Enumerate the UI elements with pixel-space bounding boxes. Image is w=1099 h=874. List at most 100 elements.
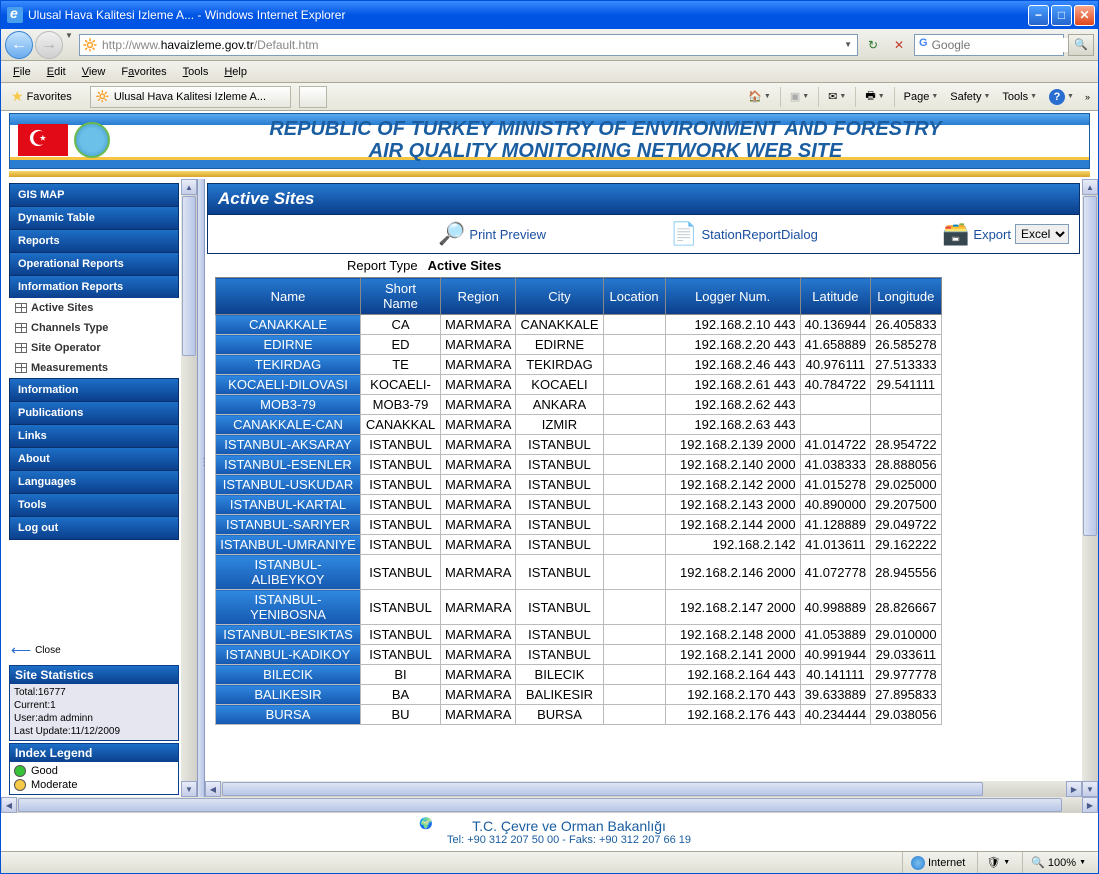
address-dropdown[interactable]: ▼ bbox=[841, 40, 855, 49]
back-button[interactable]: ← bbox=[5, 31, 33, 59]
site-name-cell[interactable]: ISTANBUL-USKUDAR bbox=[216, 475, 361, 495]
sidebar-item[interactable]: Publications bbox=[9, 401, 179, 424]
menu-tools[interactable]: Tools bbox=[175, 64, 217, 80]
column-header[interactable]: Short Name bbox=[361, 278, 441, 315]
table-row[interactable]: EDIRNEEDMARMARAEDIRNE192.168.2.20 44341.… bbox=[216, 335, 942, 355]
hscroll-left[interactable]: ◀ bbox=[205, 781, 221, 797]
site-name-cell[interactable]: BURSA bbox=[216, 705, 361, 725]
table-row[interactable]: BALIKESIRBAMARMARABALIKESIR192.168.2.170… bbox=[216, 685, 942, 705]
sidebar-item[interactable]: Information Reports bbox=[9, 275, 179, 298]
table-row[interactable]: BURSABUMARMARABURSA192.168.2.176 44340.2… bbox=[216, 705, 942, 725]
tools-menu[interactable]: Tools▼ bbox=[997, 89, 1042, 105]
table-row[interactable]: ISTANBUL-UMRANIYEISTANBULMARMARAISTANBUL… bbox=[216, 535, 942, 555]
column-header[interactable]: Location bbox=[603, 278, 665, 315]
export-format-select[interactable]: Excel bbox=[1015, 224, 1069, 244]
table-row[interactable]: ISTANBUL-ESENLERISTANBULMARMARAISTANBUL1… bbox=[216, 455, 942, 475]
table-row[interactable]: ISTANBUL-USKUDARISTANBULMARMARAISTANBUL1… bbox=[216, 475, 942, 495]
sidebar-subitem[interactable]: Site Operator bbox=[9, 338, 179, 358]
browser-tab[interactable]: 🔆Ulusal Hava Kalitesi Izleme A... bbox=[90, 86, 291, 108]
main-hscrollbar[interactable]: ◀ ▶ bbox=[205, 781, 1082, 797]
table-row[interactable]: TEKIRDAGTEMARMARATEKIRDAG192.168.2.46 44… bbox=[216, 355, 942, 375]
sidebar-item[interactable]: Reports bbox=[9, 229, 179, 252]
search-box[interactable]: G bbox=[914, 34, 1064, 56]
hscroll-right[interactable]: ▶ bbox=[1082, 797, 1098, 813]
sidebar-item[interactable]: Information bbox=[9, 378, 179, 401]
new-tab-button[interactable] bbox=[299, 86, 327, 108]
scroll-down-button[interactable]: ▼ bbox=[181, 781, 197, 797]
sidebar-item[interactable]: GIS MAP bbox=[9, 183, 179, 206]
scroll-thumb[interactable] bbox=[1083, 196, 1097, 536]
column-header[interactable]: City bbox=[516, 278, 603, 315]
table-row[interactable]: ISTANBUL-AKSARAYISTANBULMARMARAISTANBUL1… bbox=[216, 435, 942, 455]
export-link[interactable]: Export bbox=[973, 227, 1011, 242]
table-row[interactable]: MOB3-79MOB3-79MARMARAANKARA192.168.2.62 … bbox=[216, 395, 942, 415]
site-name-cell[interactable]: ISTANBUL-UMRANIYE bbox=[216, 535, 361, 555]
forward-button[interactable]: → bbox=[35, 31, 63, 59]
menu-view[interactable]: View bbox=[74, 64, 114, 80]
address-bar[interactable]: 🔆 http://www.havaizleme.gov.tr/Default.h… bbox=[79, 34, 858, 56]
column-header[interactable]: Region bbox=[441, 278, 516, 315]
site-name-cell[interactable]: KOCAELI-DILOVASI bbox=[216, 375, 361, 395]
sidebar-item[interactable]: Operational Reports bbox=[9, 252, 179, 275]
zoom-control[interactable]: 🔍100% ▼ bbox=[1022, 852, 1094, 873]
site-name-cell[interactable]: ISTANBUL-SARIYER bbox=[216, 515, 361, 535]
site-name-cell[interactable]: ISTANBUL-ESENLER bbox=[216, 455, 361, 475]
menu-favorites[interactable]: Favorites bbox=[113, 64, 174, 80]
scroll-down-button[interactable]: ▼ bbox=[1082, 781, 1098, 797]
scroll-thumb[interactable] bbox=[182, 196, 196, 356]
safety-menu[interactable]: Safety▼ bbox=[945, 89, 995, 105]
print-preview-link[interactable]: Print Preview bbox=[469, 227, 546, 242]
sidebar-item[interactable]: Languages bbox=[9, 470, 179, 493]
hscroll-right[interactable]: ▶ bbox=[1066, 781, 1082, 797]
column-header[interactable]: Logger Num. bbox=[665, 278, 800, 315]
help-button[interactable]: ?▼ bbox=[1044, 87, 1079, 107]
table-row[interactable]: ISTANBUL-ALIBEYKOYISTANBULMARMARAISTANBU… bbox=[216, 555, 942, 590]
site-name-cell[interactable]: ISTANBUL-YENIBOSNA bbox=[216, 590, 361, 625]
search-input[interactable] bbox=[932, 38, 1087, 52]
table-row[interactable]: CANAKKALECAMARMARACANAKKALE192.168.2.10 … bbox=[216, 315, 942, 335]
sidebar-item[interactable]: Log out bbox=[9, 516, 179, 540]
table-row[interactable]: CANAKKALE-CANCANAKKALMARMARAIZMIR192.168… bbox=[216, 415, 942, 435]
minimize-button[interactable]: − bbox=[1028, 5, 1049, 26]
home-button[interactable]: 🏠▼ bbox=[743, 88, 776, 105]
site-name-cell[interactable]: BALIKESIR bbox=[216, 685, 361, 705]
search-button[interactable]: 🔍 bbox=[1068, 34, 1094, 56]
sidebar-subitem[interactable]: Active Sites bbox=[9, 298, 179, 318]
close-button[interactable]: ✕ bbox=[1074, 5, 1095, 26]
print-button[interactable]: 🖶▼ bbox=[860, 85, 889, 108]
stop-button[interactable]: ✕ bbox=[888, 34, 910, 56]
menu-edit[interactable]: Edit bbox=[39, 64, 74, 80]
site-name-cell[interactable]: ISTANBUL-BESIKTAS bbox=[216, 625, 361, 645]
table-row[interactable]: KOCAELI-DILOVASIKOCAELI-MARMARAKOCAELI19… bbox=[216, 375, 942, 395]
page-menu[interactable]: Page▼ bbox=[899, 89, 944, 105]
site-name-cell[interactable]: ISTANBUL-AKSARAY bbox=[216, 435, 361, 455]
table-row[interactable]: ISTANBUL-BESIKTASISTANBULMARMARAISTANBUL… bbox=[216, 625, 942, 645]
sidebar-subitem[interactable]: Channels Type bbox=[9, 318, 179, 338]
maximize-button[interactable]: □ bbox=[1051, 5, 1072, 26]
page-hscrollbar[interactable]: ◀ ▶ bbox=[1, 797, 1098, 813]
hscroll-left[interactable]: ◀ bbox=[1, 797, 17, 813]
table-row[interactable]: ISTANBUL-KARTALISTANBULMARMARAISTANBUL19… bbox=[216, 495, 942, 515]
scroll-up-button[interactable]: ▲ bbox=[1082, 179, 1098, 195]
table-row[interactable]: ISTANBUL-YENIBOSNAISTANBULMARMARAISTANBU… bbox=[216, 590, 942, 625]
scroll-up-button[interactable]: ▲ bbox=[181, 179, 197, 195]
refresh-button[interactable]: ↻ bbox=[862, 34, 884, 56]
protected-mode-button[interactable]: 🛡▼ bbox=[977, 852, 1018, 873]
sidebar-scrollbar[interactable]: ▲ ▼ bbox=[181, 179, 197, 797]
site-name-cell[interactable]: BILECIK bbox=[216, 665, 361, 685]
nav-history-dropdown[interactable]: ▼ bbox=[65, 31, 75, 59]
column-header[interactable]: Latitude bbox=[800, 278, 870, 315]
sidebar-item[interactable]: Tools bbox=[9, 493, 179, 516]
main-scrollbar[interactable]: ▲ ▼ bbox=[1082, 179, 1098, 797]
site-name-cell[interactable]: ISTANBUL-ALIBEYKOY bbox=[216, 555, 361, 590]
splitter-handle[interactable] bbox=[197, 179, 205, 797]
menu-help[interactable]: Help bbox=[216, 64, 255, 80]
site-name-cell[interactable]: CANAKKALE-CAN bbox=[216, 415, 361, 435]
table-row[interactable]: ISTANBUL-SARIYERISTANBULMARMARAISTANBUL1… bbox=[216, 515, 942, 535]
favorites-button[interactable]: ★Favorites bbox=[5, 86, 78, 107]
site-name-cell[interactable]: ISTANBUL-KADIKOY bbox=[216, 645, 361, 665]
site-name-cell[interactable]: MOB3-79 bbox=[216, 395, 361, 415]
menu-file[interactable]: File bbox=[5, 64, 39, 80]
site-name-cell[interactable]: CANAKKALE bbox=[216, 315, 361, 335]
sidebar-close[interactable]: ⟵Close bbox=[9, 638, 179, 663]
